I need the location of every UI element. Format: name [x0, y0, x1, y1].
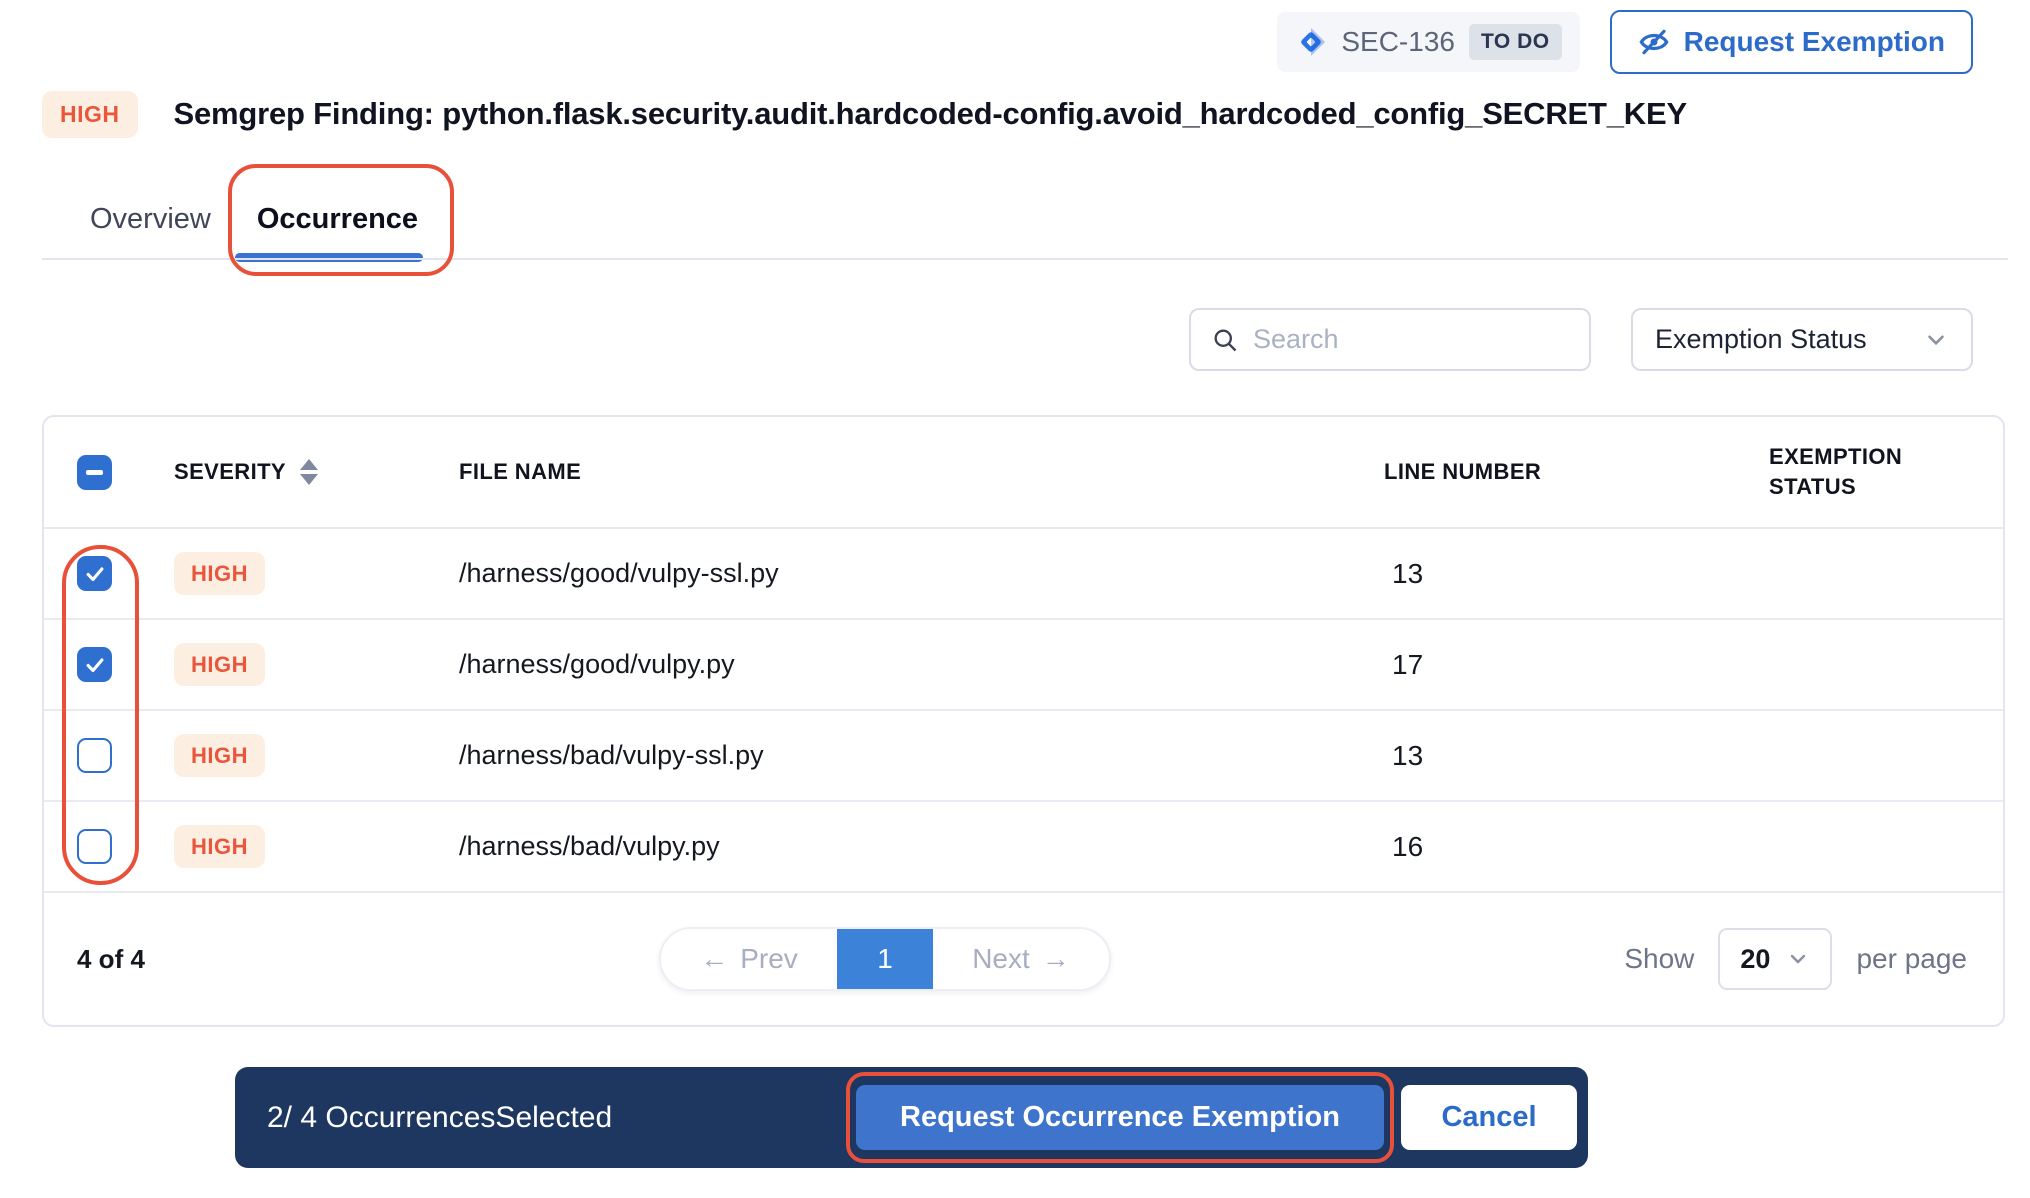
top-bar: SEC-136 TO DO Request Exemption [0, 0, 2030, 86]
chevron-down-icon [1786, 947, 1810, 971]
cancel-button[interactable]: Cancel [1401, 1085, 1577, 1150]
page-title: Semgrep Finding: python.flask.security.a… [174, 96, 1687, 132]
indeterminate-minus-icon [86, 470, 103, 475]
table-row[interactable]: HIGH /harness/good/vulpy.py 17 [44, 620, 2003, 711]
arrow-right-icon: → [1042, 943, 1070, 975]
row-severity-badge: HIGH [174, 643, 265, 686]
jira-ticket-chip[interactable]: SEC-136 TO DO [1277, 12, 1579, 72]
row-line-number: 17 [1384, 649, 1769, 681]
table-row[interactable]: HIGH /harness/bad/vulpy-ssl.py 13 [44, 711, 2003, 802]
arrow-left-icon: ← [700, 943, 728, 975]
column-header-exemption-status: EXEMPTION STATUS [1769, 442, 1974, 501]
finding-title-row: HIGH Semgrep Finding: python.flask.secur… [42, 86, 2030, 142]
tabs-bar: Overview Occurrence [0, 178, 2030, 264]
row-checkbox[interactable] [77, 829, 112, 864]
severity-badge: HIGH [42, 91, 138, 138]
page-size-select[interactable]: 20 [1718, 928, 1832, 990]
check-icon [84, 563, 106, 585]
jira-ticket-key: SEC-136 [1341, 26, 1455, 58]
column-header-severity[interactable]: SEVERITY [174, 459, 459, 485]
row-file-name: /harness/good/vulpy-ssl.py [459, 558, 1384, 589]
row-checkbox[interactable] [77, 738, 112, 773]
jira-status-badge: TO DO [1469, 24, 1562, 60]
selection-action-bar: 2/ 4 OccurrencesSelected Request Occurre… [235, 1067, 1588, 1168]
pagination: ← Prev 1 Next → [659, 927, 1111, 991]
per-page-label: per page [1856, 943, 1967, 975]
row-line-number: 13 [1384, 740, 1769, 772]
column-header-file-name: FILE NAME [459, 459, 1384, 485]
exemption-status-filter-label: Exemption Status [1655, 324, 1867, 355]
request-exemption-label: Request Exemption [1684, 26, 1945, 58]
row-severity-badge: HIGH [174, 734, 265, 777]
tabs-divider [42, 258, 2008, 260]
table-header-row: SEVERITY FILE NAME LINE NUMBER EXEMPTION… [44, 417, 2003, 529]
row-severity-badge: HIGH [174, 552, 265, 595]
tab-occurrence-label: Occurrence [257, 203, 418, 235]
prev-page-button[interactable]: ← Prev [661, 929, 837, 989]
row-file-name: /harness/bad/vulpy.py [459, 831, 1384, 862]
search-input[interactable] [1253, 324, 1569, 355]
request-exemption-button[interactable]: Request Exemption [1610, 10, 1973, 74]
tab-overview[interactable]: Overview [90, 203, 211, 240]
exemption-status-filter[interactable]: Exemption Status [1631, 308, 1973, 371]
show-label: Show [1624, 943, 1694, 975]
jira-icon [1295, 26, 1327, 58]
page-number-button[interactable]: 1 [837, 929, 933, 989]
table-row[interactable]: HIGH /harness/good/vulpy-ssl.py 13 [44, 529, 2003, 620]
row-file-name: /harness/bad/vulpy-ssl.py [459, 740, 1384, 771]
request-occurrence-exemption-button[interactable]: Request Occurrence Exemption [856, 1085, 1384, 1150]
table-row[interactable]: HIGH /harness/bad/vulpy.py 16 [44, 802, 2003, 893]
row-severity-badge: HIGH [174, 825, 265, 868]
sort-icon[interactable] [300, 459, 318, 485]
search-icon [1211, 326, 1239, 354]
occurrences-table: SEVERITY FILE NAME LINE NUMBER EXEMPTION… [42, 415, 2005, 1027]
row-line-number: 13 [1384, 558, 1769, 590]
column-header-line-number: LINE NUMBER [1384, 459, 1769, 485]
annotation-request-occurrence-exemption: Request Occurrence Exemption [846, 1072, 1394, 1163]
select-all-checkbox[interactable] [77, 455, 112, 490]
row-count-label: 4 of 4 [77, 944, 145, 975]
table-footer: 4 of 4 ← Prev 1 Next → Show 20 [44, 893, 2003, 1025]
row-checkbox[interactable] [77, 647, 112, 682]
filter-row: Exemption Status [0, 308, 2030, 371]
selected-count-label: 2/ 4 OccurrencesSelected [267, 1101, 612, 1135]
chevron-down-icon [1923, 327, 1949, 353]
row-checkbox[interactable] [77, 556, 112, 591]
tab-occurrence[interactable]: Occurrence [257, 203, 418, 240]
next-page-button[interactable]: Next → [933, 929, 1109, 989]
row-line-number: 16 [1384, 831, 1769, 863]
page-size-control: Show 20 per page [1624, 928, 1967, 990]
check-icon [84, 654, 106, 676]
eye-slash-icon [1638, 26, 1670, 58]
row-file-name: /harness/good/vulpy.py [459, 649, 1384, 680]
page-size-value: 20 [1740, 944, 1770, 975]
search-box[interactable] [1189, 308, 1591, 371]
